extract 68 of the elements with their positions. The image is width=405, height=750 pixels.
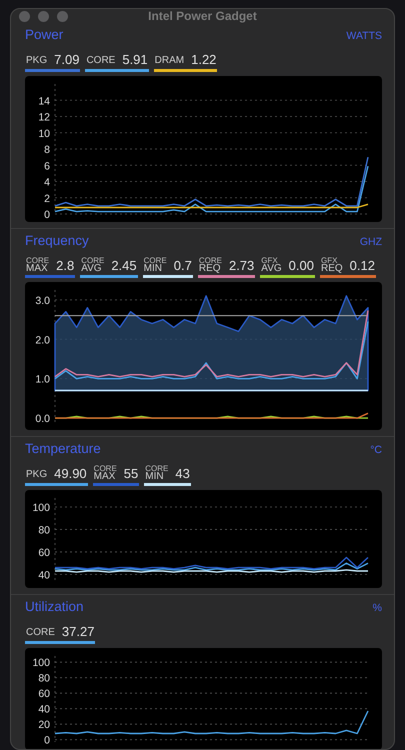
section-title: Power <box>25 27 64 42</box>
axis-label: 8 <box>44 144 50 156</box>
metric-label: DRAM <box>154 55 184 66</box>
metric-label: GFX <box>320 258 338 264</box>
metric-label: CORE <box>94 466 117 472</box>
metric-label: MAX <box>26 264 48 273</box>
unit-label: WATTS <box>346 30 382 42</box>
metric-label: AVG <box>81 264 102 273</box>
metric-label: CORE <box>198 258 222 264</box>
metric-value: 2.73 <box>228 258 254 273</box>
metric-label: CORE <box>26 258 50 264</box>
axis-label: 2.0 <box>35 334 50 346</box>
axis-label: 100 <box>32 502 50 514</box>
axis-label: 40 <box>38 569 50 582</box>
metric-label: CORE <box>86 55 116 66</box>
axis-label: 20 <box>38 719 50 732</box>
metric-label: MIN <box>144 264 162 273</box>
metric-label: CORE <box>145 466 168 472</box>
metric-label: MIN <box>145 472 164 481</box>
metric-value: 37.27 <box>60 624 94 639</box>
metric-value: 55 <box>122 466 138 481</box>
metric-value: 2.45 <box>110 258 137 273</box>
axis-label: 2 <box>44 192 50 205</box>
axis-label: 60 <box>38 546 50 559</box>
metric-label: REQ <box>198 264 221 273</box>
unit-label: GHZ <box>360 236 382 248</box>
axis-label: 1.0 <box>35 374 50 386</box>
axis-label: 60 <box>38 688 50 700</box>
section-title: Utilization <box>25 599 84 614</box>
axis-label: 6 <box>44 160 50 172</box>
metric-label: PKG <box>26 469 48 480</box>
axis-label: 80 <box>38 524 50 536</box>
axis-label: 3.0 <box>35 294 50 307</box>
unit-label: % <box>372 602 382 614</box>
metric-value: 0.00 <box>288 258 314 273</box>
metric-value: 2.8 <box>55 258 74 273</box>
metric-value: 0.7 <box>172 258 192 273</box>
metric-value: 5.91 <box>121 52 148 67</box>
unit-label: °C <box>370 444 382 456</box>
metric-label: CORE <box>26 627 55 638</box>
section-title: Temperature <box>25 441 101 456</box>
axis-label: 10 <box>38 128 50 140</box>
axis-label: 4 <box>44 176 50 188</box>
metric-label: CORE <box>81 258 104 264</box>
axis-label: 0.0 <box>35 413 50 426</box>
metric-label: PKG <box>26 55 48 66</box>
metric-label: AVG <box>261 264 282 273</box>
metric-value: 49.90 <box>53 466 87 481</box>
metric-value: 43 <box>174 466 190 481</box>
window-button[interactable] <box>19 10 30 22</box>
metric-label: CORE <box>144 258 167 264</box>
axis-label: 40 <box>38 704 50 716</box>
axis-label: 100 <box>32 657 50 670</box>
section-title: Frequency <box>25 233 89 248</box>
metric-value: 7.09 <box>53 52 80 67</box>
axis-label: 0 <box>44 209 50 221</box>
metric-value: 0.12 <box>348 258 375 273</box>
metric-label: REQ <box>320 264 343 273</box>
window-button[interactable] <box>57 10 68 22</box>
axis-label: 14 <box>38 95 50 108</box>
metric-label: MAX <box>94 472 116 481</box>
window-button[interactable] <box>38 10 49 22</box>
axis-label: 0 <box>44 734 50 747</box>
metric-label: GFX <box>261 258 278 264</box>
axis-label: 12 <box>38 112 50 124</box>
metric-value: 1.22 <box>190 52 216 67</box>
axis-label: 80 <box>38 672 50 685</box>
window-title: Intel Power Gadget <box>147 9 258 23</box>
